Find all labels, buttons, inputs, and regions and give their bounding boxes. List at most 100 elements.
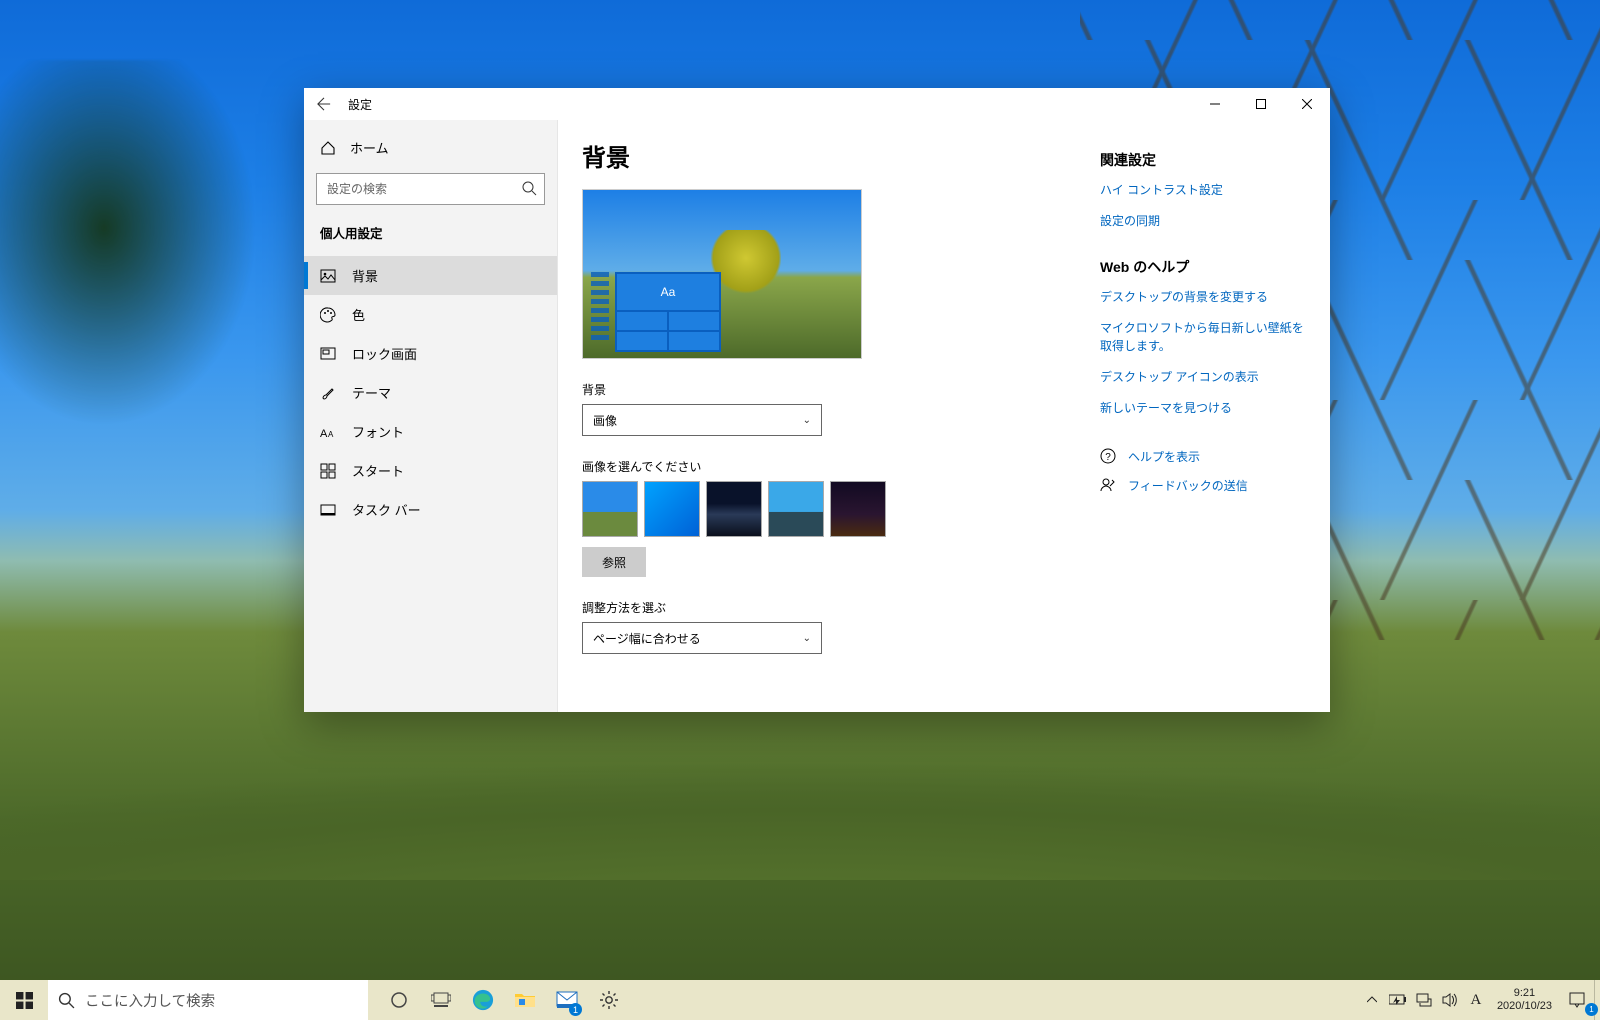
select-value: ページ幅に合わせる <box>593 630 701 647</box>
taskbar: ここに入力して検索 1 A 9:21 2020/10/23 1 <box>0 980 1600 1020</box>
sidebar-item-background[interactable]: 背景 <box>304 256 557 295</box>
taskbar-icon <box>320 502 336 518</box>
maximize-button[interactable] <box>1238 88 1284 120</box>
nav-label: 色 <box>352 305 365 324</box>
right-pane: 関連設定 ハイ コントラスト設定 設定の同期 Web のヘルプ デスクトップの背… <box>1100 120 1330 712</box>
settings-window: 設定 ホーム <box>304 88 1330 712</box>
browse-button[interactable]: 参照 <box>582 547 646 577</box>
sidebar-item-taskbar[interactable]: タスク バー <box>304 490 557 529</box>
sidebar-home[interactable]: ホーム <box>304 128 557 167</box>
sidebar-item-themes[interactable]: テーマ <box>304 373 557 412</box>
sidebar-item-start[interactable]: スタート <box>304 451 557 490</box>
tray-chevron[interactable] <box>1359 980 1385 1020</box>
system-tray: A 9:21 2020/10/23 1 <box>1359 980 1600 1020</box>
choose-image-label: 画像を選んでください <box>582 458 1076 475</box>
tray-volume[interactable] <box>1437 980 1463 1020</box>
task-view-button[interactable] <box>420 980 462 1020</box>
start-grid-icon <box>320 463 336 479</box>
sidebar-home-label: ホーム <box>350 138 389 157</box>
sidebar: ホーム 個人用設定 背景 色 <box>304 120 558 712</box>
titlebar: 設定 <box>304 88 1330 120</box>
clock-time: 9:21 <box>1497 987 1552 1000</box>
home-icon <box>320 140 336 156</box>
edge-icon <box>472 989 494 1011</box>
close-button[interactable] <box>1284 88 1330 120</box>
thumbnail-5[interactable] <box>830 481 886 537</box>
sidebar-section: 個人用設定 <box>304 215 557 256</box>
brush-icon <box>320 385 336 401</box>
taskbar-search[interactable]: ここに入力して検索 <box>48 980 368 1020</box>
link-desktop-icons[interactable]: デスクトップ アイコンの表示 <box>1100 369 1312 386</box>
main-pane: 背景 Aa 背景 画像 ⌄ <box>558 120 1100 712</box>
windows-logo-icon <box>16 992 33 1009</box>
link-high-contrast[interactable]: ハイ コントラスト設定 <box>1100 182 1312 199</box>
search-input[interactable] <box>316 173 545 205</box>
nav-label: フォント <box>352 422 404 441</box>
thumbnail-1[interactable] <box>582 481 638 537</box>
give-feedback[interactable]: フィードバックの送信 <box>1100 477 1312 494</box>
page-heading: 背景 <box>582 138 1076 173</box>
task-view-icon <box>431 992 451 1008</box>
back-button[interactable] <box>304 88 344 120</box>
tray-ime[interactable]: A <box>1463 980 1489 1020</box>
gear-icon <box>599 990 619 1010</box>
link-change-bg[interactable]: デスクトップの背景を変更する <box>1100 289 1312 306</box>
feedback-label: フィードバックの送信 <box>1128 477 1248 494</box>
get-help[interactable]: ? ヘルプを表示 <box>1100 448 1312 465</box>
nav-label: タスク バー <box>352 500 421 519</box>
minimize-button[interactable] <box>1192 88 1238 120</box>
palette-icon <box>320 307 336 323</box>
thumbnail-2[interactable] <box>644 481 700 537</box>
sidebar-item-colors[interactable]: 色 <box>304 295 557 334</box>
svg-text:?: ? <box>1105 452 1111 463</box>
cortana-icon <box>390 991 408 1009</box>
action-center[interactable]: 1 <box>1560 980 1594 1020</box>
taskbar-app-mail[interactable]: 1 <box>546 980 588 1020</box>
tray-network[interactable] <box>1411 980 1437 1020</box>
thumbnail-3[interactable] <box>706 481 762 537</box>
fit-select[interactable]: ページ幅に合わせる ⌄ <box>582 622 822 654</box>
background-dropdown-label: 背景 <box>582 381 1076 398</box>
start-button[interactable] <box>0 980 48 1020</box>
folder-icon <box>514 990 536 1010</box>
preview-sample-text: Aa <box>617 274 719 310</box>
fit-dropdown-label: 調整方法を選ぶ <box>582 599 1076 616</box>
related-settings-head: 関連設定 <box>1100 150 1312 170</box>
taskbar-app-edge[interactable] <box>462 980 504 1020</box>
feedback-icon <box>1100 477 1118 493</box>
chevron-up-icon <box>1367 995 1377 1005</box>
link-sync-settings[interactable]: 設定の同期 <box>1100 213 1312 230</box>
desktop-preview: Aa <box>582 189 862 359</box>
nav-label: 背景 <box>352 266 378 285</box>
chevron-down-icon: ⌄ <box>803 633 811 644</box>
sidebar-item-lockscreen[interactable]: ロック画面 <box>304 334 557 373</box>
thumbnail-4[interactable] <box>768 481 824 537</box>
sidebar-item-fonts[interactable]: AA フォント <box>304 412 557 451</box>
link-daily-wallpaper[interactable]: マイクロソフトから毎日新しい壁紙を取得します。 <box>1100 320 1312 355</box>
taskbar-app-explorer[interactable] <box>504 980 546 1020</box>
nav-label: ロック画面 <box>352 344 417 363</box>
network-icon <box>1416 993 1432 1007</box>
lockscreen-icon <box>320 346 336 362</box>
minimize-icon <box>1210 99 1220 109</box>
image-thumbnails <box>582 481 1076 537</box>
web-help-head: Web のヘルプ <box>1100 257 1312 277</box>
nav-label: テーマ <box>352 383 391 402</box>
close-icon <box>1302 99 1312 109</box>
background-type-select[interactable]: 画像 ⌄ <box>582 404 822 436</box>
svg-text:A: A <box>320 428 328 439</box>
font-icon: AA <box>320 424 336 440</box>
notification-icon <box>1569 992 1585 1008</box>
link-find-themes[interactable]: 新しいテーマを見つける <box>1100 400 1312 417</box>
tray-clock[interactable]: 9:21 2020/10/23 <box>1489 987 1560 1012</box>
taskbar-app-settings[interactable] <box>588 980 630 1020</box>
nav-label: スタート <box>352 461 404 480</box>
content: 背景 Aa 背景 画像 ⌄ <box>558 120 1330 712</box>
tray-power[interactable] <box>1385 980 1411 1020</box>
search-icon <box>521 180 537 196</box>
window-title: 設定 <box>344 96 372 113</box>
sidebar-search[interactable] <box>316 173 545 205</box>
battery-icon <box>1389 994 1407 1006</box>
cortana-button[interactable] <box>378 980 420 1020</box>
back-arrow-icon <box>317 97 331 111</box>
